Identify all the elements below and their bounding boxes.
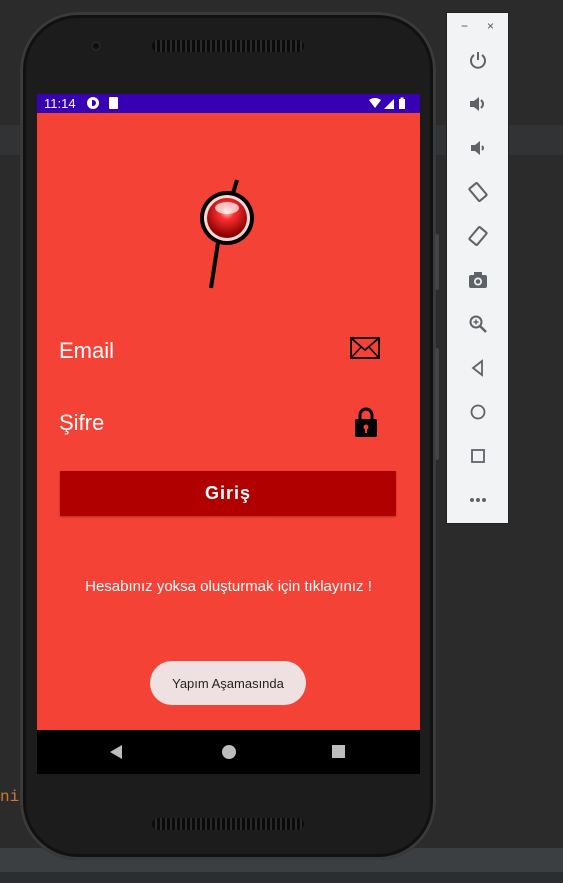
lock-icon [355, 407, 377, 437]
power-button[interactable] [466, 48, 490, 72]
password-field[interactable]: Şifre [59, 410, 104, 436]
phone-side-button-upper[interactable] [435, 234, 439, 290]
front-camera [91, 41, 101, 51]
emulator-overview-button[interactable] [466, 444, 490, 468]
ide-code-fragment: ni [0, 788, 20, 806]
ide-status-strip [0, 872, 563, 883]
rotate-right-button[interactable] [466, 224, 490, 248]
more-icon [470, 498, 486, 502]
emulator-more-button[interactable] [466, 488, 490, 512]
login-content: Email Şifre Giriş Hesabınız yoksa oluştu… [37, 113, 420, 730]
status-indicators [369, 97, 405, 109]
volume-down-button[interactable] [466, 136, 490, 160]
rotate-left-icon [468, 182, 488, 202]
nav-recents-icon[interactable] [332, 745, 345, 758]
envelope-icon [350, 337, 380, 359]
volume-up-icon [470, 97, 484, 111]
back-icon [471, 359, 483, 377]
volume-up-button[interactable] [466, 92, 490, 116]
zoom-icon [469, 315, 487, 333]
emulator-toolbar: − × [446, 12, 509, 524]
emulator-close-button[interactable]: × [487, 19, 494, 33]
power-icon [470, 52, 486, 69]
emulator-back-button[interactable] [466, 356, 490, 380]
volume-down-icon [471, 141, 484, 155]
rotate-left-button[interactable] [466, 180, 490, 204]
sd-card-icon [109, 97, 118, 109]
overview-icon [471, 449, 485, 463]
register-link[interactable]: Hesabınız yoksa oluşturmak için tıklayın… [37, 578, 420, 595]
login-button[interactable]: Giriş [60, 471, 396, 516]
bottom-speaker-grille [152, 818, 304, 830]
toast-message: Yapım Aşamasında [150, 661, 306, 705]
phone-side-button-lower[interactable] [435, 348, 439, 460]
battery-icon [399, 99, 405, 109]
app-logo-icon [200, 179, 254, 289]
status-time: 11:14 [44, 96, 76, 111]
screenshot-button[interactable] [466, 268, 490, 292]
zoom-button[interactable] [466, 312, 490, 336]
home-icon [470, 404, 486, 420]
navigation-bar [37, 730, 420, 774]
camera-icon [469, 272, 487, 288]
emulator-minimize-button[interactable]: − [461, 19, 468, 33]
emulator-home-button[interactable] [466, 400, 490, 424]
status-notification-icon [87, 97, 99, 109]
wifi-icon [369, 98, 381, 108]
status-bar: 11:14 [37, 94, 420, 113]
signal-icon [384, 99, 394, 109]
email-field[interactable]: Email [59, 338, 114, 364]
nav-home-icon[interactable] [222, 745, 236, 759]
rotate-right-icon [468, 226, 488, 246]
device-screen: 11:14 Email Şifre Giriş Hesabınız yoksa … [37, 94, 420, 774]
top-speaker-grille [152, 40, 304, 52]
nav-back-icon[interactable] [110, 745, 122, 759]
